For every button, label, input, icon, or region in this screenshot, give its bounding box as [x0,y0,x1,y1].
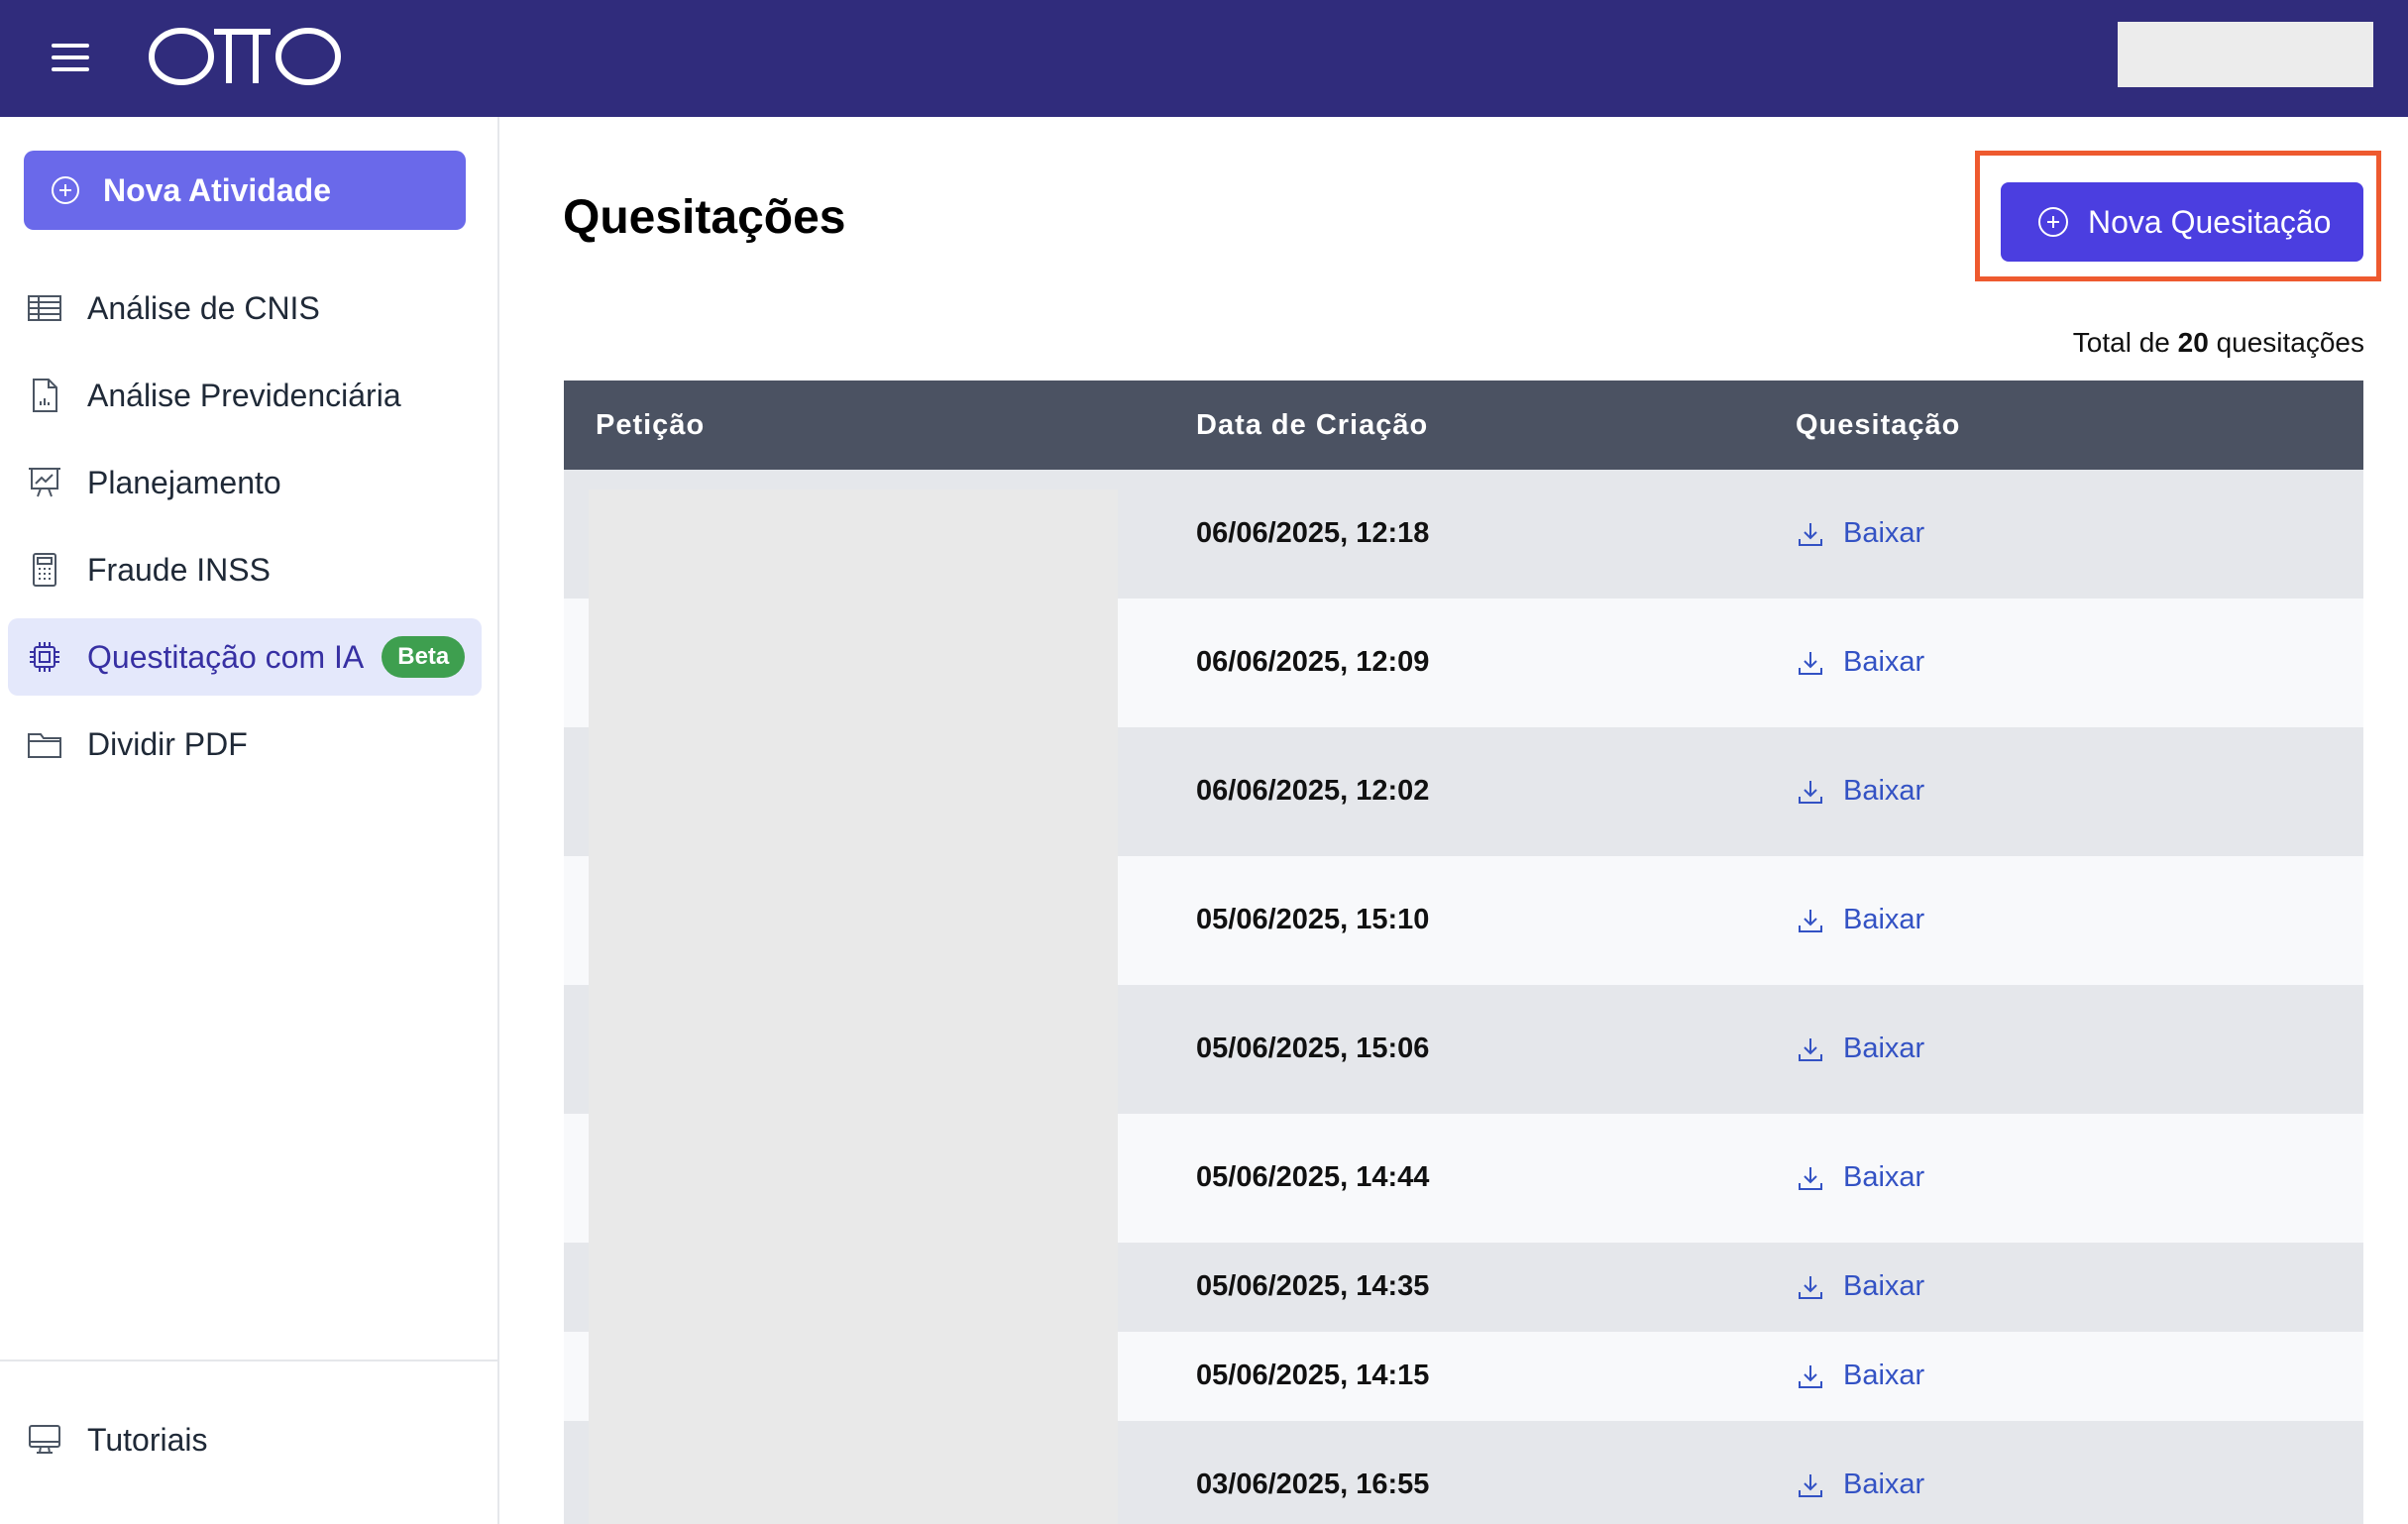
download-icon [1799,1037,1822,1061]
download-link[interactable]: Baixar [1796,1161,1924,1194]
user-area-redacted[interactable] [2118,22,2373,87]
otto-logo [149,28,341,85]
new-activity-button[interactable]: Nova Atividade [24,151,466,230]
cpu-chip-icon [30,642,59,672]
download-icon [1799,1364,1822,1388]
calculator-icon [33,553,56,587]
download-link[interactable]: Baixar [1796,517,1924,550]
download-icon [1799,522,1822,546]
download-icon [1799,1275,1822,1299]
download-label: Baixar [1843,1469,1925,1500]
sidebar-item-quesitacao-ia[interactable]: Questitação com IA Beta [8,618,482,696]
download-link[interactable]: Baixar [1796,1033,1924,1065]
sidebar-item-label: Planejamento [87,464,281,500]
plus-circle-icon [52,176,79,204]
header-data-criacao[interactable]: Data de Criação [1196,381,1428,470]
sidebar-item-planejamento[interactable]: Planejamento [8,444,482,521]
sidebar-item-dividir-pdf[interactable]: Dividir PDF [8,706,482,783]
sidebar-item-analise-cnis[interactable]: Análise de CNIS [8,270,482,347]
download-label: Baixar [1843,1161,1925,1193]
download-link[interactable]: Baixar [1796,1469,1924,1501]
download-link[interactable]: Baixar [1796,775,1924,808]
download-link[interactable]: Baixar [1796,1360,1924,1392]
creation-date: 05/06/2025, 14:35 [1196,1270,1430,1302]
download-label: Baixar [1843,1270,1925,1302]
download-label: Baixar [1843,775,1925,807]
sidebar-item-tutoriais[interactable]: Tutoriais [8,1401,482,1478]
sidebar-item-label: Tutoriais [87,1421,208,1458]
creation-date: 05/06/2025, 14:15 [1196,1360,1430,1391]
creation-date: 03/06/2025, 16:55 [1196,1469,1430,1500]
sidebar-item-label: Dividir PDF [87,725,248,762]
creation-date: 06/06/2025, 12:18 [1196,517,1430,549]
download-link[interactable]: Baixar [1796,904,1924,936]
beta-badge: Beta [382,636,466,678]
header-peticao[interactable]: Petição [596,381,705,470]
download-label: Baixar [1843,904,1925,935]
total-suffix: quesitações [2216,327,2364,358]
sidebar-divider [0,1360,497,1361]
creation-date: 05/06/2025, 14:44 [1196,1161,1430,1193]
download-label: Baixar [1843,1360,1925,1391]
sidebar: Nova Atividade Análise de CNIS Análise P… [0,117,499,1524]
new-quesitacao-label: Nova Quesitação [2088,203,2332,240]
total-count: 20 [2177,327,2209,358]
total-count-text: Total de 20 quesitações [2073,327,2364,359]
download-link[interactable]: Baixar [1796,646,1924,679]
sidebar-item-fraude-inss[interactable]: Fraude INSS [8,531,482,608]
plus-circle-icon [2038,207,2068,237]
download-icon [1799,1166,1822,1190]
total-prefix: Total de [2072,327,2170,358]
table-header: Petição Data de Criação Quesitação [564,381,2363,470]
presentation-chart-icon [29,468,60,497]
creation-date: 06/06/2025, 12:09 [1196,646,1430,678]
sidebar-item-label: Fraude INSS [87,551,271,588]
download-label: Baixar [1843,1033,1925,1064]
new-quesitacao-button[interactable]: Nova Quesitação [2001,182,2363,262]
sidebar-item-label: Questitação com IA [87,638,365,675]
creation-date: 06/06/2025, 12:02 [1196,775,1430,807]
page-title: Quesitações [563,191,846,244]
document-chart-icon [33,379,57,412]
download-icon [1799,780,1822,804]
header-quesitacao[interactable]: Quesitação [1796,381,1960,470]
table-icon [28,295,61,321]
new-activity-label: Nova Atividade [103,171,331,208]
download-icon [1799,909,1822,932]
download-icon [1799,1473,1822,1497]
menu-icon[interactable] [52,42,91,73]
creation-date: 05/06/2025, 15:06 [1196,1033,1430,1064]
download-label: Baixar [1843,646,1925,678]
computer-desktop-icon [29,1425,60,1454]
sidebar-item-label: Análise de CNIS [87,289,320,326]
sidebar-item-analise-previdenciaria[interactable]: Análise Previdenciária [8,357,482,434]
top-bar [0,0,2408,117]
folder-icon [28,733,61,758]
sidebar-item-label: Análise Previdenciária [87,377,401,413]
creation-date: 05/06/2025, 15:10 [1196,904,1430,935]
download-link[interactable]: Baixar [1796,1270,1924,1303]
download-label: Baixar [1843,517,1925,549]
download-icon [1799,651,1822,675]
peticao-column-redacted [589,490,1118,1524]
